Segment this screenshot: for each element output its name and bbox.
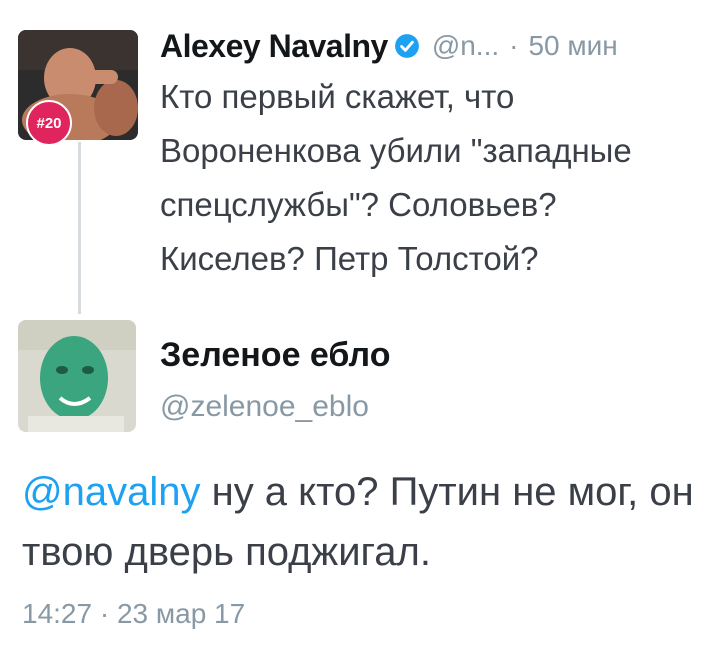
rank-badge: #20 <box>26 100 72 146</box>
author-name[interactable]: Зеленое ебло <box>160 336 390 375</box>
verified-badge-icon <box>394 34 419 58</box>
author-handle[interactable]: @zelenoe_eblo <box>160 390 369 424</box>
tweet-timestamp[interactable]: 14:27 · 23 мар 17 <box>22 598 245 630</box>
author-handle[interactable]: @n... <box>432 30 499 62</box>
author-name[interactable]: Alexey Navalny <box>160 28 388 65</box>
tweet-time[interactable]: 50 мин <box>528 30 617 62</box>
tweet-header: Alexey Navalny @n... · 50 мин <box>160 26 618 66</box>
mention-link[interactable]: @navalny <box>22 470 200 514</box>
separator-dot: · <box>509 30 519 61</box>
tweet-text: @navalny ну а кто? Путин не мог, он твою… <box>22 462 712 582</box>
tweet-text: Кто первый скажет, что Вороненкова убили… <box>160 78 632 277</box>
avatar[interactable] <box>18 320 136 432</box>
reply-thread-line <box>78 142 81 314</box>
